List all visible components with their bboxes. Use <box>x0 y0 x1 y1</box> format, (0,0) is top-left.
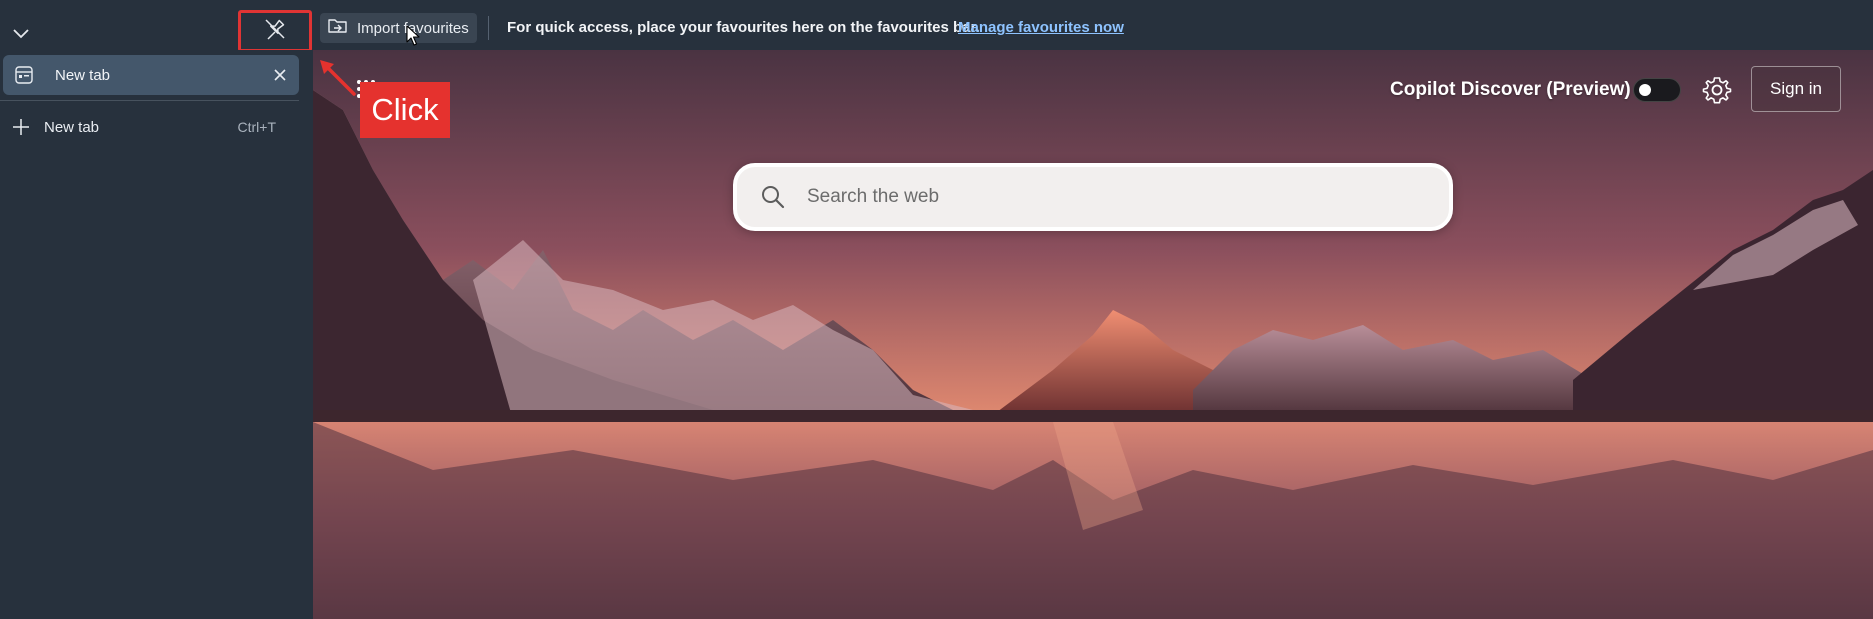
new-tab-page-icon <box>14 65 34 85</box>
manage-favourites-link[interactable]: Manage favourites now <box>958 19 1124 36</box>
pin-sidebar-button[interactable] <box>238 10 312 52</box>
favourites-bar: Import favourites For quick access, plac… <box>0 0 1873 52</box>
annotation-arrow <box>320 60 356 96</box>
import-favourites-button[interactable]: Import favourites <box>320 13 477 43</box>
mouse-cursor-icon <box>406 25 420 46</box>
new-tab-button[interactable]: New tab Ctrl+T <box>0 107 299 147</box>
favourites-hint-text: For quick access, place your favourites … <box>507 19 980 36</box>
favourites-separator <box>488 16 489 40</box>
close-icon[interactable] <box>271 66 289 84</box>
search-box[interactable] <box>733 163 1453 231</box>
plus-icon <box>11 117 31 137</box>
tab-label: New tab <box>55 66 111 84</box>
vertical-tabs-sidebar: New tab New tab Ctrl+T <box>0 50 313 619</box>
sidebar-divider <box>0 100 299 101</box>
new-tab-label: New tab <box>44 118 100 136</box>
search-input[interactable] <box>807 186 1407 208</box>
new-tab-shortcut: Ctrl+T <box>237 119 277 135</box>
new-tab-page: Copilot Discover (Preview) Sign in <box>313 50 1873 619</box>
sign-in-button[interactable]: Sign in <box>1751 66 1841 112</box>
import-icon <box>327 16 349 40</box>
browser-window: Import favourites For quick access, plac… <box>0 0 1873 619</box>
gear-icon[interactable] <box>1702 75 1732 105</box>
search-icon <box>760 184 786 210</box>
copilot-discover-toggle[interactable] <box>1633 78 1681 102</box>
click-callout: Click <box>360 82 450 138</box>
copilot-discover-label: Copilot Discover (Preview) <box>1390 79 1631 100</box>
background-landscape-image <box>313 50 1873 619</box>
chevron-down-icon[interactable] <box>10 22 32 44</box>
tab-new-tab[interactable]: New tab <box>3 55 299 95</box>
unpin-icon <box>263 17 287 46</box>
toggle-knob <box>1639 84 1651 96</box>
